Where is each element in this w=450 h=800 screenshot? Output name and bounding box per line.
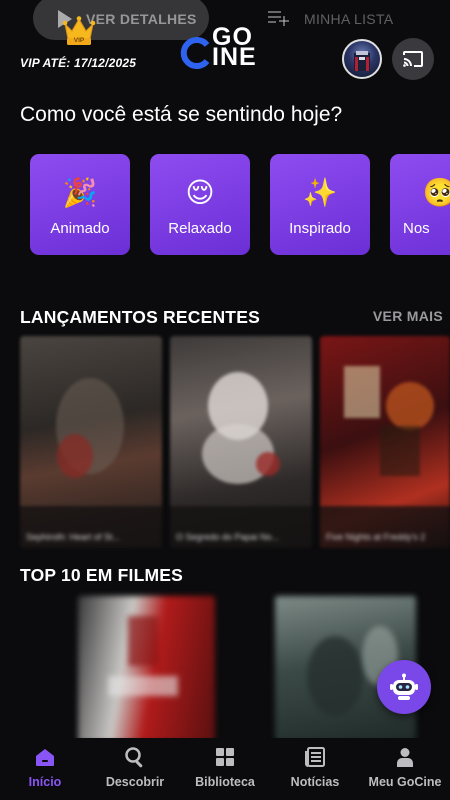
logo-ine: INE (212, 43, 257, 71)
nav-label: Início (28, 775, 62, 789)
poster-art (20, 378, 162, 548)
mood-carousel[interactable]: 🎉 Animado 😌 Relaxado ✨ Inspirado 🥺 Nos (30, 154, 450, 256)
recent-section-title: LANÇAMENTOS RECENTES (20, 307, 260, 327)
playlist-add-icon (268, 9, 290, 33)
nav-label: Notícias (290, 775, 340, 789)
party-popper-icon: 🎉 (62, 177, 98, 208)
grid-icon (216, 748, 234, 766)
mood-label: Animado (50, 220, 110, 237)
nav-label: Descobrir (105, 775, 165, 789)
ghost-list-label: MINHA LISTA (304, 11, 394, 27)
cast-icon (403, 51, 423, 67)
poster-card[interactable]: O Segredo do Papai No... (170, 336, 312, 548)
nav-noticias[interactable]: Notícias (270, 746, 360, 789)
logo-c-icon (180, 37, 210, 69)
nav-meu-gocine[interactable]: Meu GoCine (360, 746, 450, 789)
ai-assistant-button[interactable] (377, 660, 431, 714)
mood-label: Relaxado (168, 220, 232, 237)
nav-biblioteca[interactable]: Biblioteca (180, 746, 270, 789)
relieved-face-icon: 😌 (185, 177, 215, 208)
poster-caption: O Segredo do Papai No... (176, 532, 280, 542)
see-more-link[interactable]: VER MAIS (373, 308, 443, 324)
nav-label: Meu GoCine (368, 775, 442, 789)
poster-card[interactable]: Sephiroth: Heart of St... (20, 336, 162, 548)
cast-button[interactable] (392, 38, 434, 80)
sparkles-icon: ✨ (302, 177, 338, 208)
profile-avatar[interactable] (342, 39, 382, 79)
newspaper-icon (305, 747, 325, 767)
mood-card-nostalgico[interactable]: 🥺 Nos (390, 154, 450, 255)
search-icon (125, 747, 143, 768)
poster-art (320, 366, 450, 548)
poster-caption: Five Nights at Freddy's 2 (326, 532, 426, 542)
bottom-navigation: Início Descobrir Biblioteca Notícias Meu… (0, 738, 450, 800)
pleading-face-icon: 🥺 (422, 177, 450, 208)
poster-caption: Sephiroth: Heart of St... (26, 532, 121, 542)
user-icon (397, 748, 413, 767)
mood-label: Inspirado (289, 220, 351, 237)
top10-poster[interactable] (78, 596, 215, 742)
mood-card-inspirado[interactable]: ✨ Inspirado (270, 154, 370, 255)
top10-section-title: TOP 10 EM FILMES (20, 565, 184, 585)
mood-label: Nos (403, 220, 430, 237)
home-icon (36, 749, 54, 766)
vip-crown-badge: VIP (73, 37, 85, 44)
nav-inicio[interactable]: Início (0, 746, 90, 789)
mood-title: Como você está se sentindo hoje? (20, 103, 343, 126)
mood-card-animado[interactable]: 🎉 Animado (30, 154, 130, 255)
poster-art (170, 372, 312, 548)
gocine-logo: GO INE (180, 23, 270, 75)
vip-crown-icon: VIP (62, 15, 96, 47)
nav-label: Biblioteca (195, 775, 255, 789)
nav-descobrir[interactable]: Descobrir (90, 746, 180, 789)
top10-poster-art (108, 616, 178, 696)
mood-card-relaxado[interactable]: 😌 Relaxado (150, 154, 250, 255)
vip-expiry: VIP ATÉ: 17/12/2025 (20, 56, 137, 70)
poster-card[interactable]: Five Nights at Freddy's 2 (320, 336, 450, 548)
robot-icon (390, 673, 418, 700)
